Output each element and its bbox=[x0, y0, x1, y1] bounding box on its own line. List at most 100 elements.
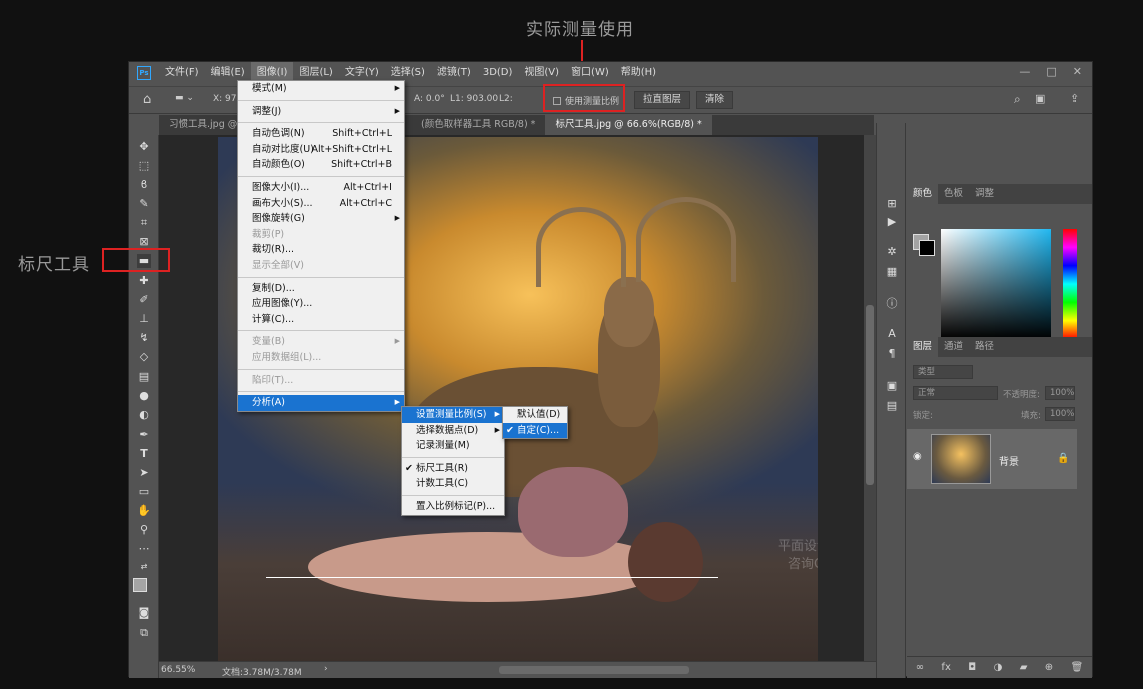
more-tools-icon[interactable]: ⋯ bbox=[137, 542, 151, 556]
tab-layers[interactable]: 图层 bbox=[907, 337, 939, 357]
fx-icon[interactable]: fx bbox=[941, 662, 950, 673]
lasso-tool-icon[interactable]: ϐ bbox=[137, 178, 151, 192]
history-brush-icon[interactable]: ↯ bbox=[137, 331, 151, 345]
panel-background-swatch[interactable] bbox=[919, 240, 935, 256]
crop-tool-icon[interactable]: ⌗ bbox=[137, 216, 151, 230]
pen-tool-icon[interactable]: ✒ bbox=[137, 428, 151, 442]
adjustment-layer-icon[interactable]: ◑ bbox=[994, 662, 1003, 673]
ruler-measure-line[interactable] bbox=[266, 577, 718, 578]
ruler-tool-preset-icon[interactable]: ▬ ⌄ bbox=[175, 93, 194, 103]
tab-color-sampler[interactable]: (颜色取样器工具 RGB/8) * bbox=[411, 115, 545, 135]
scale-menu-item-0[interactable]: 默认值(D) bbox=[503, 407, 567, 423]
quick-mask-icon[interactable]: ◙ bbox=[137, 606, 151, 620]
tab-channels[interactable]: 通道 bbox=[938, 337, 969, 357]
new-layer-icon[interactable]: ⊕ bbox=[1045, 662, 1053, 673]
properties-panel-icon[interactable]: ▣ bbox=[885, 379, 899, 393]
blend-mode-select[interactable]: 正常 bbox=[913, 386, 998, 400]
menu-file[interactable]: 文件(F) bbox=[159, 62, 205, 84]
actions-panel-icon[interactable]: ▶ bbox=[885, 215, 899, 229]
tab-paths[interactable]: 路径 bbox=[969, 337, 1000, 357]
close-button[interactable]: ✕ bbox=[1073, 62, 1082, 82]
analysis-menu-item-7[interactable]: 置入比例标记(P)... bbox=[402, 499, 504, 515]
menu-3d[interactable]: 3D(D) bbox=[477, 62, 519, 84]
tab-swatches[interactable]: 色板 bbox=[938, 184, 969, 204]
screen-mode-icon[interactable]: ⧉ bbox=[137, 626, 151, 640]
maximize-button[interactable]: □ bbox=[1046, 62, 1056, 82]
vertical-scrollbar[interactable] bbox=[864, 135, 876, 661]
delete-layer-icon[interactable]: 🗑 bbox=[1071, 662, 1084, 673]
brushes-panel-icon[interactable]: ▦ bbox=[885, 265, 899, 279]
rectangle-tool-icon[interactable]: ▭ bbox=[137, 485, 151, 499]
tab-adjustments[interactable]: 调整 bbox=[969, 184, 1000, 204]
opacity-field[interactable]: 100% bbox=[1045, 386, 1075, 400]
brush-settings-icon[interactable]: ✲ bbox=[885, 245, 899, 259]
image-menu-item-9[interactable]: 画布大小(S)... Alt+Ctrl+C bbox=[238, 196, 404, 212]
tab-ruler-tool[interactable]: 标尺工具.jpg @ 66.6%(RGB/8) * bbox=[545, 115, 712, 135]
clear-button[interactable]: 清除 bbox=[696, 91, 734, 109]
zoom-level[interactable]: 66.55% bbox=[161, 665, 195, 675]
image-menu-item-8[interactable]: 图像大小(I)... Alt+Ctrl+I bbox=[238, 180, 404, 196]
image-menu-item-0[interactable]: 模式(M) ▶ bbox=[238, 81, 404, 97]
home-icon[interactable]: ⌂ bbox=[143, 92, 151, 107]
workspace-icon[interactable]: ▣ bbox=[1035, 92, 1045, 105]
quick-select-icon[interactable]: ✎ bbox=[137, 197, 151, 211]
foreground-color-swatch[interactable] bbox=[133, 578, 147, 592]
menu-view[interactable]: 视图(V) bbox=[518, 62, 565, 84]
analysis-menu-item-5[interactable]: 计数工具(C) bbox=[402, 476, 504, 492]
eraser-tool-icon[interactable]: ◇ bbox=[137, 350, 151, 364]
image-menu-item-4[interactable]: 自动色调(N) Shift+Ctrl+L bbox=[238, 126, 404, 142]
type-tool-icon[interactable]: T bbox=[137, 447, 151, 461]
swap-colors-icon[interactable]: ⇄ bbox=[137, 560, 151, 574]
brush-tool-icon[interactable]: ✐ bbox=[137, 293, 151, 307]
analysis-menu-item-2[interactable]: 记录测量(M) bbox=[402, 438, 504, 454]
new-group-icon[interactable]: ▰ bbox=[1020, 662, 1028, 673]
history-panel-icon[interactable]: ⊞ bbox=[885, 197, 899, 211]
gradient-tool-icon[interactable]: ▤ bbox=[137, 370, 151, 384]
hue-slider[interactable] bbox=[1063, 229, 1077, 339]
share-icon[interactable]: ⇪ bbox=[1070, 92, 1079, 105]
menu-filter[interactable]: 滤镜(T) bbox=[431, 62, 477, 84]
marquee-tool-icon[interactable]: ⬚ bbox=[137, 159, 151, 173]
menu-window[interactable]: 窗口(W) bbox=[565, 62, 615, 84]
move-tool-icon[interactable]: ✥ bbox=[137, 140, 151, 154]
analysis-menu-item-1[interactable]: 选择数据点(D) ▶ bbox=[402, 423, 504, 439]
layer-row-background[interactable]: ◉ 背景 🔒 bbox=[907, 429, 1077, 489]
color-picker-field[interactable] bbox=[941, 229, 1051, 339]
analysis-menu-item-4[interactable]: ✔ 标尺工具(R) bbox=[402, 461, 504, 477]
layer-kind-filter[interactable]: 类型 bbox=[913, 365, 973, 379]
vertical-scroll-thumb[interactable] bbox=[866, 305, 874, 485]
search-icon[interactable]: ⌕ bbox=[1014, 92, 1021, 107]
image-menu-item-15[interactable]: 复制(D)... bbox=[238, 281, 404, 297]
link-layers-icon[interactable]: ∞ bbox=[916, 662, 924, 673]
dodge-tool-icon[interactable]: ◐ bbox=[137, 408, 151, 422]
image-menu-item-17[interactable]: 计算(C)... bbox=[238, 312, 404, 328]
tab-color[interactable]: 颜色 bbox=[907, 184, 939, 204]
image-menu-item-24[interactable]: 分析(A) ▶ bbox=[238, 395, 404, 411]
menu-help[interactable]: 帮助(H) bbox=[615, 62, 662, 84]
image-menu-item-6[interactable]: 自动颜色(O) Shift+Ctrl+B bbox=[238, 157, 404, 173]
add-mask-icon[interactable]: ◘ bbox=[968, 662, 976, 673]
straighten-layer-button[interactable]: 拉直图层 bbox=[634, 91, 691, 109]
image-menu-item-16[interactable]: 应用图像(Y)... bbox=[238, 296, 404, 312]
fill-field[interactable]: 100% bbox=[1045, 407, 1075, 421]
frame-tool-icon[interactable]: ⊠ bbox=[137, 235, 151, 249]
paragraph-panel-icon[interactable]: ¶ bbox=[885, 347, 899, 361]
image-menu-item-10[interactable]: 图像旋转(G) ▶ bbox=[238, 211, 404, 227]
clone-stamp-icon[interactable]: ⊥ bbox=[137, 312, 151, 326]
horizontal-scroll-thumb[interactable] bbox=[499, 666, 689, 674]
path-select-icon[interactable]: ➤ bbox=[137, 466, 151, 480]
zoom-tool-icon[interactable]: ⚲ bbox=[137, 523, 151, 537]
notes-panel-icon[interactable]: ▤ bbox=[885, 399, 899, 413]
visibility-eye-icon[interactable]: ◉ bbox=[913, 451, 922, 462]
info-panel-icon[interactable]: ⓘ bbox=[885, 297, 899, 311]
image-menu-item-12[interactable]: 裁切(R)... bbox=[238, 242, 404, 258]
hand-tool-icon[interactable]: ✋ bbox=[137, 504, 151, 518]
blur-tool-icon[interactable]: ● bbox=[137, 389, 151, 403]
analysis-menu-item-0[interactable]: 设置测量比例(S) ▶ bbox=[402, 407, 504, 423]
status-arrow-icon[interactable]: › bbox=[324, 664, 328, 674]
character-panel-icon[interactable]: A bbox=[885, 327, 899, 341]
scale-menu-item-1[interactable]: ✔ 自定(C)... bbox=[503, 422, 567, 439]
minimize-button[interactable]: — bbox=[1019, 62, 1030, 82]
image-menu-item-5[interactable]: 自动对比度(U) Alt+Shift+Ctrl+L bbox=[238, 142, 404, 158]
healing-brush-icon[interactable]: ✚ bbox=[137, 274, 151, 288]
